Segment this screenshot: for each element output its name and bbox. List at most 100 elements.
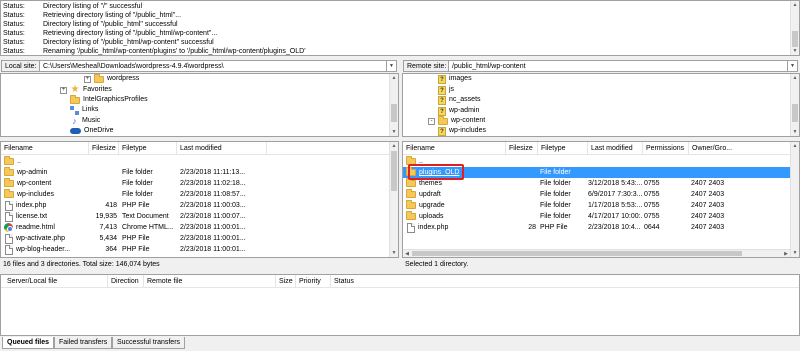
tree-item-images[interactable]: ? images [438, 74, 472, 84]
remote-list-hscrollbar[interactable]: ◀ ▶ [403, 249, 790, 257]
column-header-filename[interactable]: Filename [403, 142, 506, 155]
column-header-size[interactable]: Size [276, 275, 296, 288]
scroll-thumb[interactable] [412, 251, 742, 256]
local-status-text: 16 files and 3 directories. Total size: … [0, 259, 399, 271]
local-directory-tree[interactable]: + wordpress + ★ Favorites IntelGraphicsP… [0, 73, 399, 137]
scroll-right-icon[interactable]: ▶ [782, 250, 790, 257]
scroll-down-icon[interactable]: ▼ [791, 47, 799, 55]
column-header-filename[interactable]: Filename [1, 142, 89, 155]
scroll-thumb[interactable] [792, 31, 798, 47]
folder-icon [4, 156, 14, 165]
transfer-queue[interactable]: Server/Local file Direction Remote file … [0, 274, 800, 336]
remote-file-row[interactable]: updraft File folder 6/9/2017 7:30:3... 0… [403, 189, 790, 200]
local-file-list[interactable]: Filename Filesize Filetype Last modified… [0, 141, 399, 258]
scroll-down-icon[interactable]: ▼ [390, 128, 398, 136]
music-icon: ♪ [72, 115, 77, 126]
local-tree-scrollbar[interactable]: ▲ ▼ [389, 74, 398, 136]
local-list-scrollbar[interactable]: ▲ ▼ [389, 142, 398, 257]
column-header-server-local-file[interactable]: Server/Local file [4, 275, 108, 288]
expand-icon[interactable]: + [60, 86, 67, 94]
file-type: File folder [122, 169, 153, 176]
remote-file-row[interactable]: upgrade File folder 1/17/2018 5:53:... 0… [403, 200, 790, 211]
column-header-status[interactable]: Status [331, 275, 471, 288]
local-file-row[interactable]: index.php 418 PHP File 2/23/2018 11:00:0… [1, 200, 389, 211]
column-header-filetype[interactable]: Filetype [538, 142, 588, 155]
chrome-icon [4, 223, 13, 232]
remote-file-row[interactable]: uploads File folder 4/17/2017 10:00:... … [403, 211, 790, 222]
file-size: 7,413 [99, 224, 117, 231]
tree-item-onedrive[interactable]: OneDrive [70, 126, 114, 136]
tree-item-intelgraphicsprofiles[interactable]: IntelGraphicsProfiles [70, 94, 148, 105]
scroll-thumb[interactable] [391, 151, 397, 191]
remote-site-path-input[interactable]: /public_html/wp-content [448, 60, 788, 72]
tree-item-music[interactable]: ♪ Music [70, 116, 100, 126]
tab-successful-transfers[interactable]: Successful transfers [112, 337, 186, 349]
column-header-priority[interactable]: Priority [296, 275, 331, 288]
scroll-up-icon[interactable]: ▲ [791, 142, 799, 150]
scroll-down-icon[interactable]: ▼ [390, 249, 398, 257]
tree-item-favorites[interactable]: + ★ Favorites [60, 85, 112, 95]
tree-item-wordpress[interactable]: + wordpress [84, 74, 139, 84]
column-header-direction[interactable]: Direction [108, 275, 144, 288]
scroll-down-icon[interactable]: ▼ [791, 128, 799, 136]
scroll-up-icon[interactable]: ▲ [390, 74, 398, 82]
remote-file-list[interactable]: Filename Filesize Filetype Last modified… [402, 141, 800, 258]
local-file-row[interactable]: wp-content File folder 2/23/2018 11:02:1… [1, 178, 389, 189]
remote-tree-scrollbar[interactable]: ▲ ▼ [790, 74, 799, 136]
tab-failed-transfers[interactable]: Failed transfers [54, 337, 113, 349]
file-owner-group: 2407 2403 [691, 213, 725, 220]
file-modified: 2/23/2018 11:00:01... [180, 235, 246, 242]
remote-directory-tree[interactable]: ? images ? js ? nc_assets ? wp-admin - w… [402, 73, 800, 137]
local-file-row[interactable]: wp-blog-header... 364 PHP File 2/23/2018… [1, 244, 389, 255]
column-header-owner-group[interactable]: Owner/Gro... [689, 142, 792, 155]
scroll-thumb[interactable] [391, 104, 397, 122]
scroll-down-icon[interactable]: ▼ [791, 249, 799, 257]
local-site-dropdown-icon[interactable]: ▼ [387, 60, 397, 72]
scroll-left-icon[interactable]: ◀ [403, 250, 411, 257]
local-file-row[interactable]: wp-activate.php 5,434 PHP File 2/23/2018… [1, 233, 389, 244]
column-header-filesize[interactable]: Filesize [506, 142, 538, 155]
file-icon [5, 233, 13, 244]
column-header-filetype[interactable]: Filetype [119, 142, 177, 155]
file-name: wp-admin [17, 169, 48, 176]
local-file-row[interactable]: readme.html 7,413 Chrome HTML... 2/23/20… [1, 222, 389, 233]
tree-item-js[interactable]: ? js [438, 85, 454, 95]
collapse-icon[interactable]: - [428, 117, 435, 125]
file-modified: 2/23/2018 11:02:18... [180, 180, 246, 187]
file-permissions: 0644 [644, 224, 660, 231]
local-file-row[interactable]: wp-admin File folder 2/23/2018 11:11:13.… [1, 167, 389, 178]
tree-item-wp-content[interactable]: - wp-content [428, 115, 485, 126]
log-scrollbar[interactable]: ▲ ▼ [790, 1, 799, 55]
scroll-up-icon[interactable]: ▲ [791, 1, 799, 9]
remote-list-scrollbar[interactable]: ▲ ▼ [790, 142, 799, 257]
tree-item-nc-assets[interactable]: ? nc_assets [438, 95, 481, 105]
local-file-row-parent[interactable]: .. [1, 156, 389, 167]
file-icon [5, 211, 13, 222]
tree-item-links[interactable]: Links [70, 105, 98, 115]
tree-item-label: Favorites [83, 86, 112, 93]
local-site-path-input[interactable]: C:\Users\Mesheal\Downloads\wordpress-4.9… [39, 60, 387, 72]
expand-icon[interactable]: + [84, 75, 91, 83]
tree-item-wp-includes[interactable]: ? wp-includes [438, 126, 486, 136]
column-header-last-modified[interactable]: Last modified [588, 142, 643, 155]
scroll-up-icon[interactable]: ▲ [791, 74, 799, 82]
column-header-remote-file[interactable]: Remote file [144, 275, 276, 288]
tree-item-label: nc_assets [449, 96, 481, 103]
tree-item-wp-admin[interactable]: ? wp-admin [438, 106, 479, 116]
tree-item-label: wordpress [107, 75, 140, 82]
column-header-permissions[interactable]: Permissions [643, 142, 689, 155]
file-type: PHP File [122, 202, 150, 209]
tab-queued-files[interactable]: Queued files [2, 337, 55, 349]
file-name: updraft [419, 191, 441, 198]
scroll-up-icon[interactable]: ▲ [390, 142, 398, 150]
local-file-row[interactable]: wp-includes File folder 2/23/2018 11:08:… [1, 189, 389, 200]
message-log[interactable]: Status: Directory listing of "/" successf… [0, 0, 800, 56]
file-modified: 2/23/2018 11:08:57... [180, 191, 246, 198]
column-header-filesize[interactable]: Filesize [89, 142, 119, 155]
remote-file-row[interactable]: index.php 28 PHP File 2/23/2018 10:4... … [403, 222, 790, 233]
local-file-row[interactable]: license.txt 19,935 Text Document 2/23/20… [1, 211, 389, 222]
folder-icon [406, 200, 416, 209]
remote-site-dropdown-icon[interactable]: ▼ [788, 60, 798, 72]
scroll-thumb[interactable] [792, 104, 798, 122]
column-header-last-modified[interactable]: Last modified [177, 142, 267, 155]
